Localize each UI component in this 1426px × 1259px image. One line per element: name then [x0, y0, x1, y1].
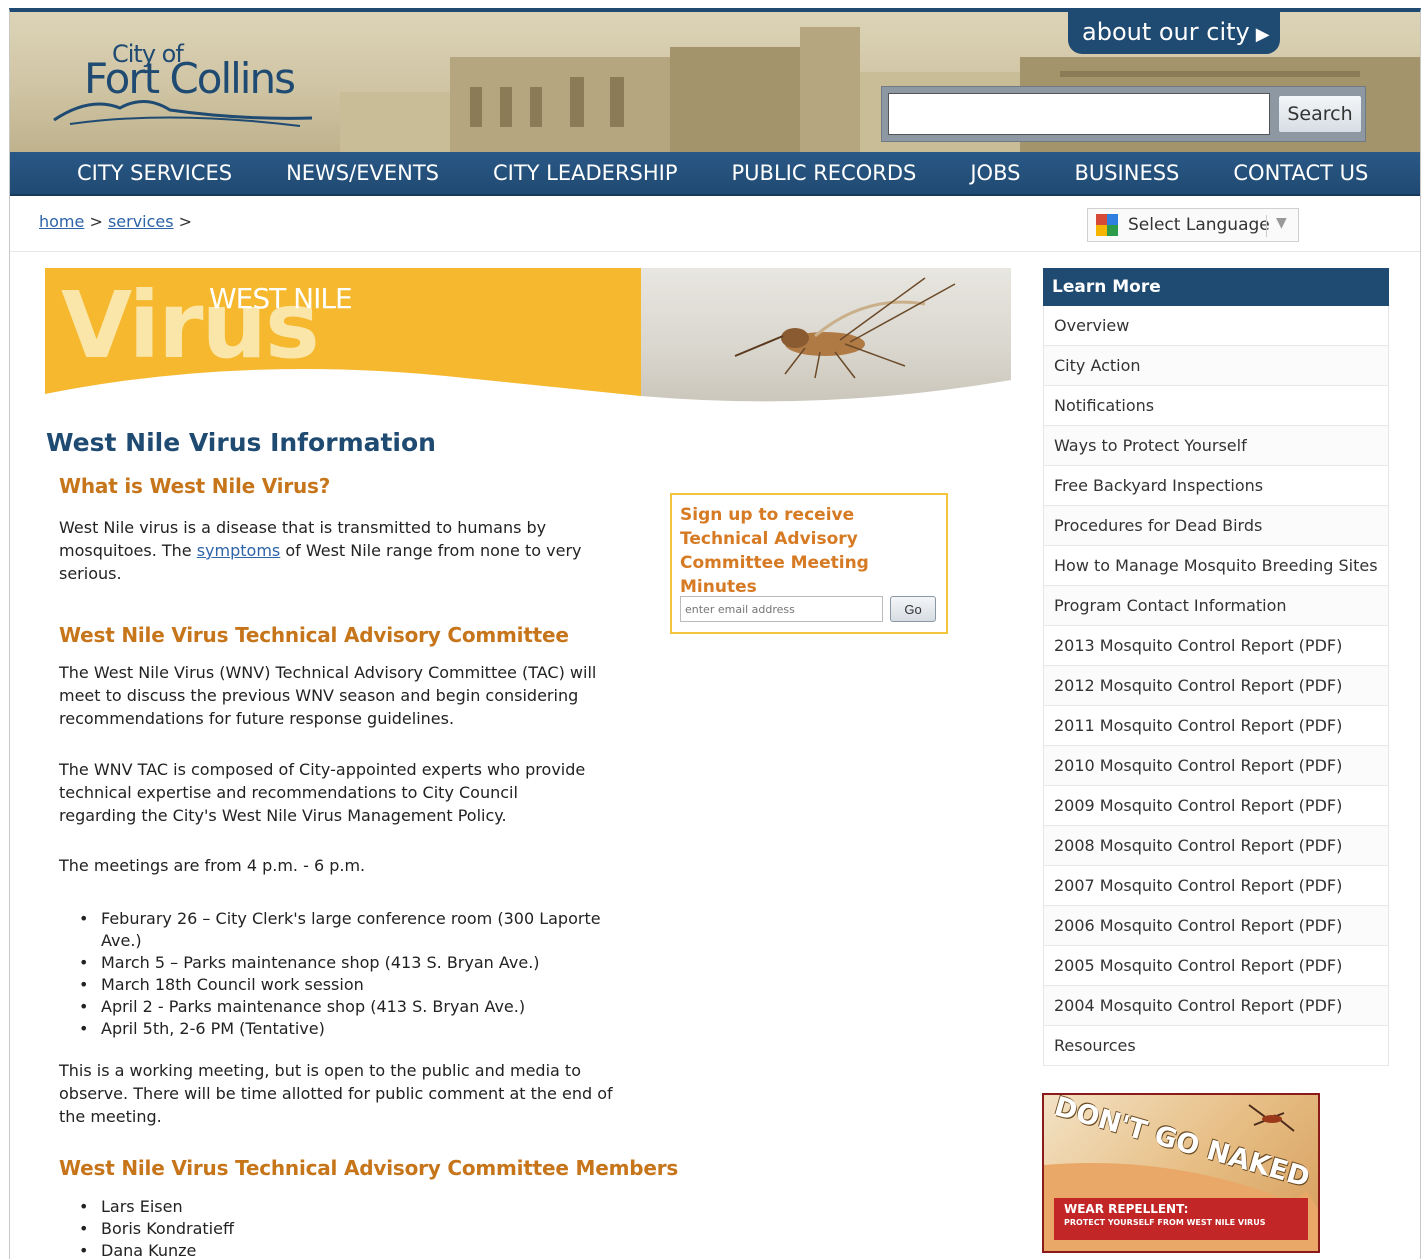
list-item: Feburary 26 – City Clerk's large confere… [59, 908, 639, 952]
list-item: Dana Kunze [59, 1240, 619, 1259]
tac-paragraph-1: The West Nile Virus (WNV) Technical Advi… [59, 663, 597, 728]
sidebar-item-report-2012[interactable]: 2012 Mosquito Control Report (PDF) [1043, 666, 1389, 706]
nav-jobs[interactable]: JOBS [970, 161, 1020, 185]
sidebar-item-report-2006[interactable]: 2006 Mosquito Control Report (PDF) [1043, 906, 1389, 946]
dropdown-arrow-icon: ▼ [1276, 215, 1287, 231]
city-logo[interactable]: City of Fort Collins [50, 40, 320, 135]
play-arrow-icon: ▶ [1255, 24, 1270, 45]
logo-swoosh-icon [53, 100, 313, 127]
nav-business[interactable]: BUSINESS [1074, 161, 1179, 185]
banner-west-nile-text: WEST NILE [209, 282, 353, 315]
sidebar-item-report-2013[interactable]: 2013 Mosquito Control Report (PDF) [1043, 626, 1389, 666]
breadcrumb-separator: > [173, 212, 193, 231]
symptoms-link[interactable]: symptoms [197, 541, 281, 560]
breadcrumb: home > services > [39, 212, 192, 231]
list-item: Boris Kondratieff [59, 1218, 619, 1240]
sidebar-item-breeding-sites[interactable]: How to Manage Mosquito Breeding Sites [1043, 546, 1389, 586]
breadcrumb-home-link[interactable]: home [39, 212, 84, 231]
search-button[interactable]: Search [1278, 95, 1362, 133]
email-input[interactable] [680, 596, 883, 622]
sidebar-item-report-2007[interactable]: 2007 Mosquito Control Report (PDF) [1043, 866, 1389, 906]
search-input[interactable] [888, 93, 1270, 135]
sidebar-item-overview[interactable]: Overview [1043, 306, 1389, 346]
repellent-ad[interactable]: DON'T GO NAKED WEAR REPELLENT: PROTECT Y… [1042, 1093, 1320, 1253]
sidebar-item-program-contact[interactable]: Program Contact Information [1043, 586, 1389, 626]
west-nile-banner: Virus WEST NILE [45, 268, 1011, 404]
sidebar-item-notifications[interactable]: Notifications [1043, 386, 1389, 426]
google-translate-icon [1096, 214, 1118, 236]
language-select-label: Select Language [1128, 215, 1270, 235]
meeting-list: Feburary 26 – City Clerk's large confere… [59, 908, 639, 1040]
search-box: Search [881, 86, 1366, 142]
sidebar-item-report-2008[interactable]: 2008 Mosquito Control Report (PDF) [1043, 826, 1389, 866]
nav-contact-us[interactable]: CONTACT US [1233, 161, 1368, 185]
tac-paragraph-4: This is a working meeting, but is open t… [59, 1061, 613, 1126]
nav-news-events[interactable]: NEWS/EVENTS [286, 161, 439, 185]
about-tab-label: about our city [1082, 18, 1250, 46]
select-divider [1266, 215, 1267, 237]
mosquito-icon [734, 277, 956, 379]
breadcrumb-band: home > services > Select Language ▼ [10, 198, 1420, 252]
header-building [450, 57, 670, 152]
nav-public-records[interactable]: PUBLIC RECORDS [732, 161, 917, 185]
members-list: Lars Eisen Boris Kondratieff Dana Kunze [59, 1196, 619, 1259]
tac-heading: West Nile Virus Technical Advisory Commi… [59, 623, 569, 647]
breadcrumb-services-link[interactable]: services [108, 212, 174, 231]
go-button[interactable]: Go [890, 596, 936, 622]
list-item: Lars Eisen [59, 1196, 619, 1218]
ad-banner-bar: WEAR REPELLENT: PROTECT YOURSELF FROM WE… [1054, 1198, 1308, 1240]
list-item: April 5th, 2-6 PM (Tentative) [59, 1018, 639, 1040]
about-our-city-tab[interactable]: about our city ▶ [1068, 12, 1280, 54]
tac-paragraph-2: The WNV TAC is composed of City-appointe… [59, 760, 586, 825]
sidebar-heading: Learn More [1043, 268, 1389, 306]
list-item: March 5 – Parks maintenance shop (413 S.… [59, 952, 639, 974]
header-building [340, 92, 460, 152]
list-item: March 18th Council work session [59, 974, 639, 996]
main-nav: CITY SERVICES NEWS/EVENTS CITY LEADERSHI… [10, 152, 1420, 196]
signup-title: Sign up to receive Technical Advisory Co… [680, 505, 869, 597]
page-frame: City of Fort Collins about our city ▶ Sea… [9, 8, 1421, 1259]
minutes-signup-box: Sign up to receive Technical Advisory Co… [670, 493, 948, 634]
members-heading: West Nile Virus Technical Advisory Commi… [59, 1156, 679, 1180]
sidebar-item-dead-birds[interactable]: Procedures for Dead Birds [1043, 506, 1389, 546]
header-tower [800, 27, 860, 152]
sidebar-item-report-2010[interactable]: 2010 Mosquito Control Report (PDF) [1043, 746, 1389, 786]
sidebar-item-report-2004[interactable]: 2004 Mosquito Control Report (PDF) [1043, 986, 1389, 1026]
site-header: City of Fort Collins about our city ▶ Sea… [10, 12, 1420, 152]
sidebar-item-city-action[interactable]: City Action [1043, 346, 1389, 386]
what-is-heading: What is West Nile Virus? [59, 474, 331, 498]
learn-more-sidebar: Learn More Overview City Action Notifica… [1043, 268, 1389, 1066]
nav-city-leadership[interactable]: CITY LEADERSHIP [493, 161, 678, 185]
sidebar-item-report-2009[interactable]: 2009 Mosquito Control Report (PDF) [1043, 786, 1389, 826]
ad-bar-line-2: PROTECT YOURSELF FROM WEST NILE VIRUS [1064, 1218, 1266, 1227]
ad-bar-line-1: WEAR REPELLENT: [1064, 1202, 1189, 1216]
list-item: April 2 - Parks maintenance shop (413 S.… [59, 996, 639, 1018]
sidebar-item-backyard-inspections[interactable]: Free Backyard Inspections [1043, 466, 1389, 506]
nav-city-services[interactable]: CITY SERVICES [77, 161, 232, 185]
sidebar-item-ways-to-protect[interactable]: Ways to Protect Yourself [1043, 426, 1389, 466]
language-select[interactable]: Select Language ▼ [1087, 208, 1299, 242]
tac-paragraph-3: The meetings are from 4 p.m. - 6 p.m. [59, 856, 366, 875]
what-is-paragraph: West Nile virus is a disease that is tra… [59, 516, 589, 585]
header-building [670, 47, 800, 152]
sidebar-item-report-2005[interactable]: 2005 Mosquito Control Report (PDF) [1043, 946, 1389, 986]
breadcrumb-separator: > [84, 212, 108, 231]
page-title: West Nile Virus Information [46, 428, 436, 457]
sidebar-item-report-2011[interactable]: 2011 Mosquito Control Report (PDF) [1043, 706, 1389, 746]
sidebar-item-resources[interactable]: Resources [1043, 1026, 1389, 1066]
